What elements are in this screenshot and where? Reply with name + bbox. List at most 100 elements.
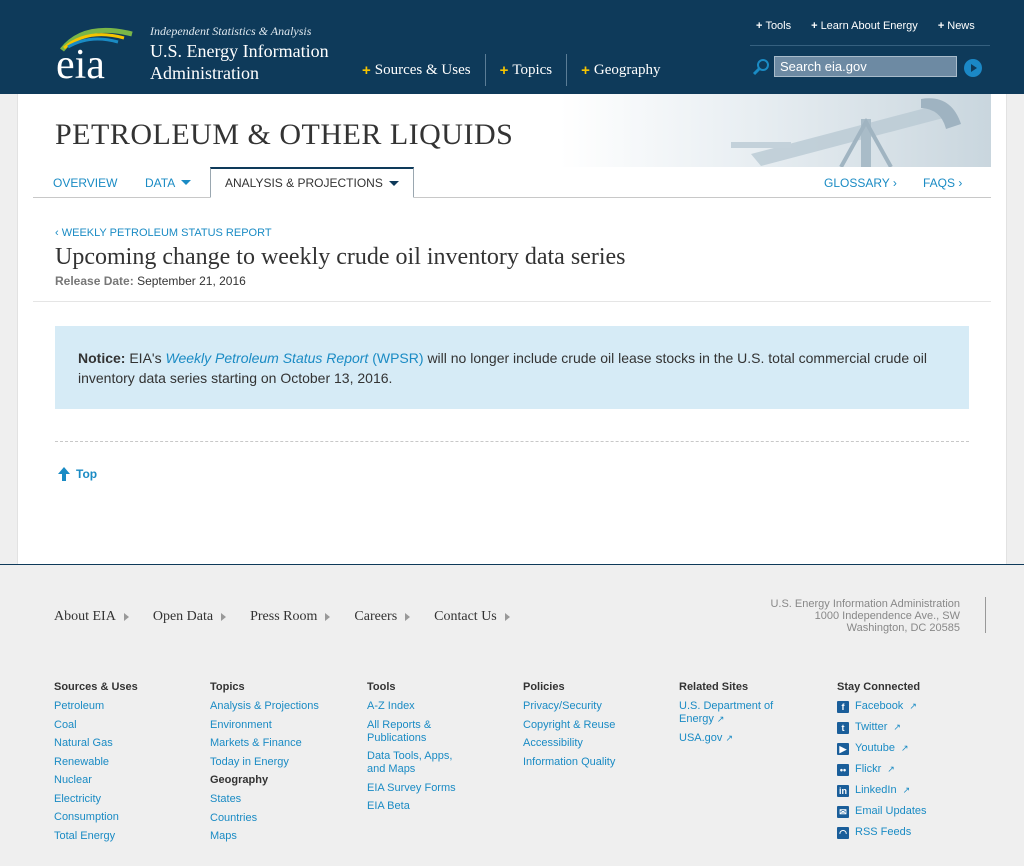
social-link-facebook[interactable]: f Facebook ↗ xyxy=(837,700,967,713)
footer-link[interactable]: All Reports & Publications xyxy=(367,719,467,745)
tab-analysis-projections[interactable]: ANALYSIS & PROJECTIONS xyxy=(210,167,414,198)
social-link-email[interactable]: ✉ Email Updates xyxy=(837,805,967,818)
footer-link[interactable]: Data Tools, Apps, and Maps xyxy=(367,750,467,776)
arrow-up-icon xyxy=(58,467,70,481)
main-nav: + Sources & Uses + Topics + Geography xyxy=(360,54,675,86)
top-link-label: Top xyxy=(76,467,98,481)
footer-col-heading: Tools xyxy=(367,681,396,693)
tagline: Independent Statistics & Analysis xyxy=(150,24,312,38)
footer-link-careers[interactable]: Careers xyxy=(354,609,411,625)
chevron-down-icon xyxy=(388,180,399,186)
org-title[interactable]: Independent Statistics & Analysis U.S. E… xyxy=(150,24,329,83)
wpsr-abbr-link[interactable]: (WPSR) xyxy=(372,350,423,366)
tab-label: OVERVIEW xyxy=(53,175,118,190)
footer-link[interactable]: Accessibility xyxy=(523,737,653,750)
footer-link[interactable]: Environment xyxy=(210,719,340,732)
footer-link[interactable]: Today in Energy xyxy=(210,756,340,769)
social-link-twitter[interactable]: t Twitter ↗ xyxy=(837,721,967,734)
social-label: Email Updates xyxy=(855,805,927,817)
footer-link[interactable]: Electricity xyxy=(54,793,174,806)
flickr-icon: •• xyxy=(837,763,849,776)
footer-link[interactable]: Copyright & Reuse xyxy=(523,719,653,732)
nav-label: Topics xyxy=(512,61,553,78)
external-link-icon: ↗ xyxy=(893,722,901,732)
search-icon xyxy=(752,59,769,76)
tab-data[interactable]: DATA xyxy=(145,167,192,198)
footer-col-social: Stay Connected f Facebook ↗ t Twitter ↗ ▶ You… xyxy=(837,681,967,847)
footer-col-sources: Sources & Uses Petroleum Coal Natural Ga… xyxy=(54,681,174,848)
footer-link-usagov[interactable]: USA.gov ↗ xyxy=(679,732,789,745)
utility-nav: + Tools + Learn About Energy + News xyxy=(756,20,975,32)
external-link-icon: ↗ xyxy=(909,701,917,711)
youtube-icon: ▶ xyxy=(837,742,849,755)
nav-geography[interactable]: + Geography xyxy=(566,54,674,86)
divider xyxy=(55,441,969,442)
tab-label: GLOSSARY › xyxy=(824,175,897,190)
chevron-right-icon xyxy=(123,613,129,621)
search-input[interactable] xyxy=(774,56,957,77)
util-link-news[interactable]: + News xyxy=(938,20,975,32)
plus-icon: + xyxy=(937,20,945,32)
eia-logo[interactable]: eia xyxy=(54,20,140,82)
util-link-learn[interactable]: + Learn About Energy xyxy=(811,20,918,32)
footer-col-policies: Policies Privacy/Security Copyright & Re… xyxy=(523,681,653,774)
footer-link-about[interactable]: About EIA xyxy=(54,609,129,625)
faqs-link[interactable]: FAQS › xyxy=(923,167,962,198)
footer-link[interactable]: EIA Beta xyxy=(367,800,467,813)
footer-col-heading: Topics xyxy=(210,681,245,693)
back-to-top-link[interactable]: Top xyxy=(58,467,97,481)
site-header: eia Independent Statistics & Analysis U.… xyxy=(0,0,1024,94)
footer-link[interactable]: Information Quality xyxy=(523,756,653,769)
util-link-tools[interactable]: + Tools xyxy=(756,20,791,32)
footer-link[interactable]: Nuclear xyxy=(54,774,174,787)
glossary-link[interactable]: GLOSSARY › xyxy=(824,167,897,198)
footer-link[interactable]: Consumption xyxy=(54,811,174,824)
social-link-linkedin[interactable]: in LinkedIn ↗ xyxy=(837,784,967,797)
social-link-flickr[interactable]: •• Flickr ↗ xyxy=(837,763,967,776)
wpsr-link[interactable]: Weekly Petroleum Status Report xyxy=(165,350,368,366)
social-label: Facebook xyxy=(855,700,904,712)
util-label: Tools xyxy=(765,20,792,32)
footer-nav-label: Careers xyxy=(354,609,398,624)
footer-link[interactable]: Privacy/Security xyxy=(523,700,653,713)
external-link-icon: ↗ xyxy=(725,732,734,743)
section-subnav: OVERVIEW DATA ANALYSIS & PROJECTIONS GLO… xyxy=(33,167,991,198)
footer-link-open-data[interactable]: Open Data xyxy=(153,609,227,625)
footer-link[interactable]: Coal xyxy=(54,719,174,732)
social-link-youtube[interactable]: ▶ Youtube ↗ xyxy=(837,742,967,755)
org-name-line1: U.S. Energy Information xyxy=(150,41,329,61)
footer-col-related: Related Sites U.S. Department of Energy … xyxy=(679,681,789,750)
social-label: Youtube xyxy=(855,742,895,754)
footer-link[interactable]: A-Z Index xyxy=(367,700,467,713)
footer-link[interactable]: Natural Gas xyxy=(54,737,174,750)
footer-nav-label: Contact Us xyxy=(434,609,497,624)
chevron-right-icon xyxy=(405,613,411,621)
external-link-icon: ↗ xyxy=(900,743,909,753)
facebook-icon: f xyxy=(837,700,849,713)
breadcrumb[interactable]: ‹ WEEKLY PETROLEUM STATUS REPORT xyxy=(55,227,272,239)
footer-link[interactable]: Petroleum xyxy=(54,700,174,713)
email-icon: ✉ xyxy=(837,805,849,818)
footer-link[interactable]: Countries xyxy=(210,812,340,825)
footer-link[interactable]: EIA Survey Forms xyxy=(367,782,467,795)
footer-link[interactable]: Renewable xyxy=(54,756,174,769)
footer-link[interactable]: Analysis & Projections xyxy=(210,700,340,713)
social-link-rss[interactable]: ◠ RSS Feeds xyxy=(837,826,967,839)
section-title: PETROLEUM & OTHER LIQUIDS xyxy=(55,118,514,151)
footer-link[interactable]: Total Energy xyxy=(54,830,174,843)
footer-col-topics: Topics Analysis & Projections Environmen… xyxy=(210,681,340,849)
tab-overview[interactable]: OVERVIEW xyxy=(53,167,117,198)
twitter-icon: t xyxy=(837,721,849,734)
footer-link-contact[interactable]: Contact Us xyxy=(434,609,510,625)
footer-link[interactable]: Markets & Finance xyxy=(210,737,340,750)
divider xyxy=(750,45,990,46)
plus-icon: + xyxy=(811,20,818,32)
nav-sources-uses[interactable]: + Sources & Uses xyxy=(360,54,485,86)
footer-link[interactable]: States xyxy=(210,793,340,806)
nav-topics[interactable]: + Topics xyxy=(484,54,567,86)
release-date: Release Date: September 21, 2016 xyxy=(55,274,246,288)
footer-link-doe[interactable]: U.S. Department of Energy ↗ xyxy=(679,700,789,726)
search-submit-button[interactable] xyxy=(964,59,982,77)
footer-link[interactable]: Maps xyxy=(210,830,340,843)
footer-link-press-room[interactable]: Press Room xyxy=(250,609,331,625)
